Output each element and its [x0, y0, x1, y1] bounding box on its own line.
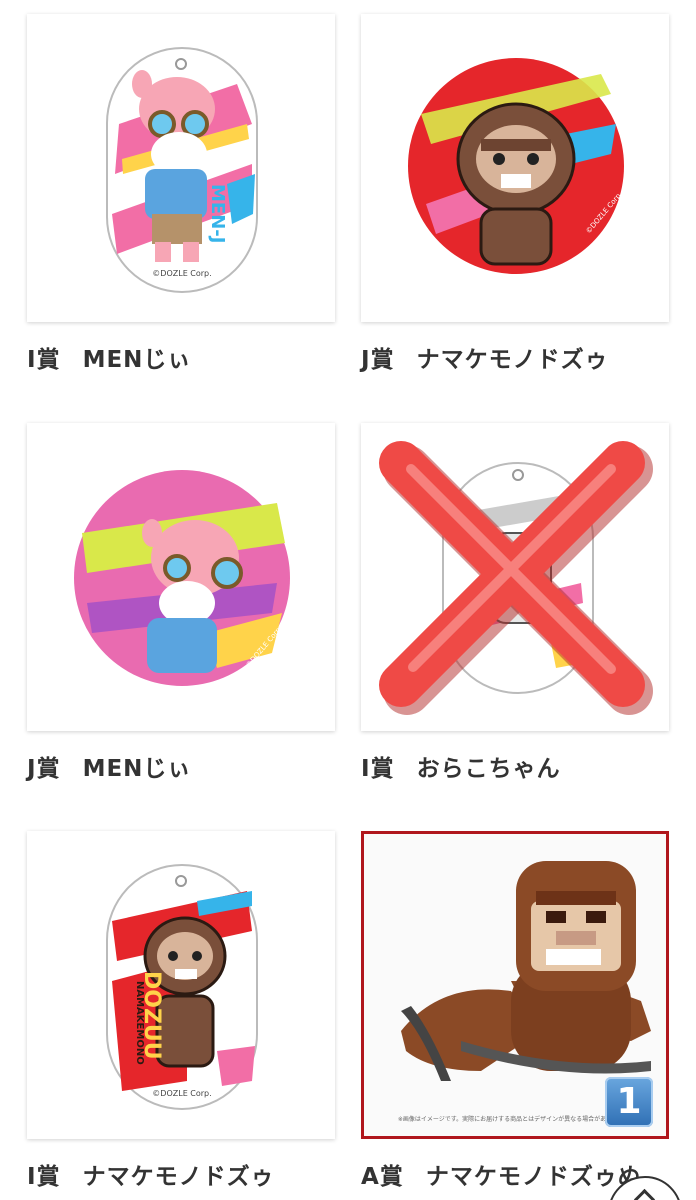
- prize-image-4[interactable]: [361, 423, 669, 731]
- prize-name: ナマケモノドズゥ: [416, 347, 609, 373]
- svg-text:DOZUU: DOZUU: [139, 971, 164, 1060]
- prize-image-3[interactable]: ©DOZLE Corp.: [27, 423, 335, 731]
- prize-rank: J賞: [361, 347, 395, 373]
- svg-text:※画像はイメージです。実際にお届けする商品とはデザインが異な: ※画像はイメージです。実際にお届けする商品とはデザインが異なる場合があります: [398, 1115, 624, 1123]
- prize-card-1[interactable]: MEN-J ©DOZLE Corp. I賞 MENじぃ: [27, 14, 335, 373]
- prize-caption-2: J賞 ナマケモノドズゥ: [361, 340, 609, 374]
- prize-caption-6: A賞 ナマケモノドズゥぬ: [361, 1157, 642, 1191]
- svg-text:©DOZLE Corp.: ©DOZLE Corp.: [152, 269, 211, 278]
- svg-text:MEN-J: MEN-J: [207, 184, 228, 243]
- prize-name: ナマケモノドズゥぬ: [425, 1164, 642, 1190]
- chevron-up-icon: [633, 1188, 656, 1200]
- prize-caption-5: I賞 ナマケモノドズゥ: [27, 1157, 275, 1191]
- prize-card-4[interactable]: I賞 おらこちゃん: [361, 423, 669, 782]
- prize-rank: I賞: [27, 347, 61, 373]
- prize-image-2[interactable]: ©DOZLE Corp.: [361, 14, 669, 322]
- prize-card-3[interactable]: ©DOZLE Corp. J賞 MENじぃ: [27, 423, 335, 782]
- prize-image-6[interactable]: ※画像はイメージです。実際にお届けする商品とはデザインが異なる場合があります 1: [361, 831, 669, 1139]
- prize-grid: MEN-J ©DOZLE Corp. I賞 MENじぃ ©DOZLE Corp.…: [0, 0, 696, 1200]
- menjii-badge-icon: ©DOZLE Corp.: [74, 470, 290, 686]
- orako-plate-crossed-icon: [379, 441, 653, 715]
- prize-rank: J賞: [27, 756, 61, 782]
- prize-card-5[interactable]: NAMAKEMONO DOZUU ©DOZLE Corp. I賞 ナマケモノドズゥ: [27, 831, 335, 1190]
- prize-name: おらこちゃん: [416, 756, 561, 782]
- prize-caption-1: I賞 MENじぃ: [27, 340, 191, 374]
- prize-rank: I賞: [361, 756, 395, 782]
- number-one-badge-icon: 1: [605, 1077, 653, 1127]
- prize-name: ナマケモノドズゥ: [82, 1164, 275, 1190]
- prize-rank: A賞: [361, 1164, 404, 1190]
- prize-name: MENじぃ: [82, 347, 192, 373]
- svg-text:©DOZLE Corp.: ©DOZLE Corp.: [152, 1089, 211, 1098]
- prize-caption-4: I賞 おらこちゃん: [361, 749, 561, 783]
- prize-card-6[interactable]: ※画像はイメージです。実際にお届けする商品とはデザインが異なる場合があります 1…: [361, 831, 669, 1190]
- prize-image-5[interactable]: NAMAKEMONO DOZUU ©DOZLE Corp.: [27, 831, 335, 1139]
- dozuu-badge-icon: ©DOZLE Corp.: [408, 58, 624, 274]
- prize-card-2[interactable]: ©DOZLE Corp. J賞 ナマケモノドズゥ: [361, 14, 669, 373]
- prize-name: MENじぃ: [82, 756, 192, 782]
- prize-image-1[interactable]: MEN-J ©DOZLE Corp.: [27, 14, 335, 322]
- prize-caption-3: J賞 MENじぃ: [27, 749, 191, 783]
- dozuu-plate-icon: NAMAKEMONO DOZUU ©DOZLE Corp.: [106, 864, 258, 1110]
- prize-rank: I賞: [27, 1164, 61, 1190]
- menjii-plate-icon: MEN-J ©DOZLE Corp.: [106, 47, 258, 293]
